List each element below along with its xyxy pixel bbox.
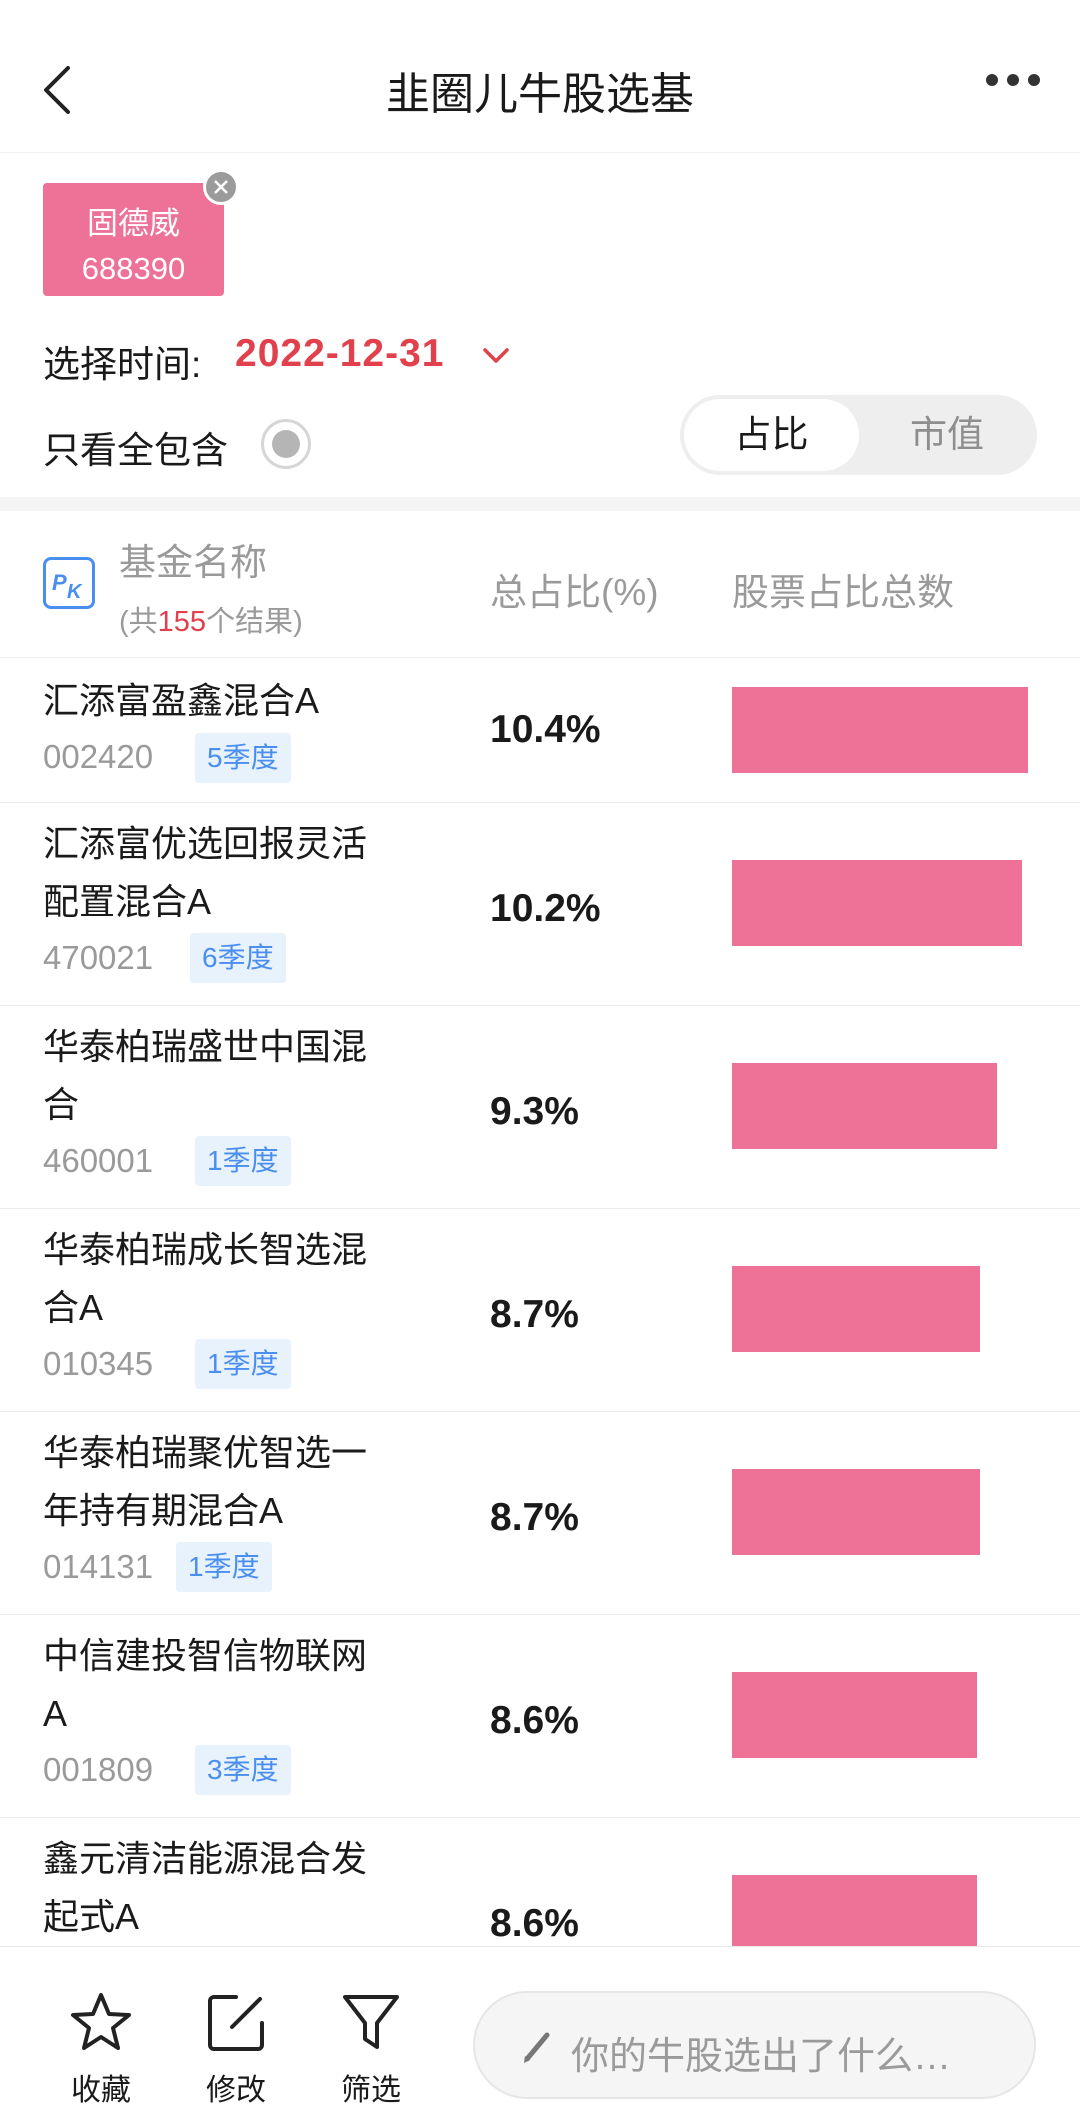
- quarter-badge: 3季度: [195, 1745, 291, 1795]
- svg-text:K: K: [67, 581, 83, 603]
- date-dropdown-button[interactable]: [480, 344, 512, 368]
- collect-label: 收藏: [71, 2074, 131, 2107]
- date-value[interactable]: 2022-12-31: [235, 332, 445, 376]
- header-total-ratio[interactable]: 总占比(%): [490, 562, 659, 616]
- fund-total-ratio: 10.4%: [490, 708, 601, 751]
- fund-name: 鑫元清洁能源混合发起式A: [43, 1838, 368, 1937]
- fund-name: 华泰柏瑞成长智选混合A: [43, 1229, 368, 1328]
- ratio-bar: [732, 1469, 980, 1555]
- star-icon: [71, 1993, 131, 2050]
- date-label: 选择时间:: [43, 344, 202, 385]
- stock-chip[interactable]: 固德威 688390: [43, 183, 224, 296]
- fund-total-ratio: 10.2%: [490, 887, 601, 930]
- fund-name: 华泰柏瑞聚优智选一年持有期混合A: [43, 1432, 368, 1531]
- fund-total-ratio: 8.7%: [490, 1496, 579, 1539]
- fund-code: 470021: [43, 939, 154, 976]
- fund-code: 014131: [43, 1548, 154, 1585]
- edit-label: 修改: [206, 2074, 266, 2107]
- page-title: 韭圈儿牛股选基: [386, 70, 694, 119]
- page: 韭圈儿牛股选基 固德威 688390 选择时间: 2022-12-31 只看全包…: [0, 0, 1080, 2127]
- more-dots-icon: [986, 74, 998, 86]
- ratio-bar: [732, 860, 1022, 946]
- pencil-icon: [524, 2032, 550, 2063]
- only-all-label: 只看全包含: [43, 430, 228, 471]
- stock-chip-name: 固德威: [87, 206, 180, 241]
- fund-code: 002420: [43, 738, 154, 775]
- svg-text:P: P: [52, 570, 67, 595]
- quarter-badge: 6季度: [190, 933, 286, 983]
- nav-bar: 韭圈儿牛股选基: [0, 0, 1080, 153]
- fund-name: 汇添富优选回报灵活配置混合A: [43, 823, 368, 922]
- quarter-badge: 1季度: [195, 1339, 291, 1389]
- fund-row[interactable]: 中信建投智信物联网A 001809 3季度 8.6%: [0, 1615, 1080, 1818]
- filter-icon: [343, 1995, 399, 2049]
- ratio-value-segment: 占比 市值: [680, 395, 1037, 475]
- fund-name: 汇添富盈鑫混合A: [43, 680, 320, 721]
- fund-name: 中信建投智信物联网A: [43, 1635, 368, 1734]
- pk-button[interactable]: P K: [43, 557, 95, 609]
- quarter-badge: 1季度: [176, 1542, 272, 1592]
- stock-chip-code: 688390: [81, 251, 186, 286]
- segment-market-value[interactable]: 市值: [861, 399, 1033, 471]
- pk-icon: P K: [52, 570, 83, 603]
- only-all-radio[interactable]: [261, 419, 311, 469]
- ratio-bar: [732, 687, 1028, 773]
- fund-name: 华泰柏瑞盛世中国混合: [43, 1026, 368, 1125]
- quarter-badge: 1季度: [195, 1136, 291, 1186]
- result-count-number: 155: [157, 606, 207, 638]
- fund-code: 010345: [43, 1345, 154, 1382]
- section-divider: [0, 497, 1080, 511]
- compose-input[interactable]: 你的牛股选出了什么…: [473, 1991, 1036, 2099]
- ratio-bar: [732, 1672, 977, 1758]
- ratio-bar: [732, 1063, 997, 1149]
- header-fund-name: 基金名称: [119, 542, 267, 583]
- fund-row[interactable]: 华泰柏瑞成长智选混合A 010345 1季度 8.7%: [0, 1209, 1080, 1412]
- fund-total-ratio: 9.3%: [490, 1090, 579, 1133]
- fund-code: 460001: [43, 1142, 154, 1179]
- stock-chip-close-button[interactable]: [203, 169, 239, 205]
- bottom-toolbar: 收藏 修改 筛选 你的牛股选出了什么…: [0, 1946, 1080, 2127]
- quarter-badge: 5季度: [195, 733, 291, 783]
- edit-icon: [208, 1995, 264, 2051]
- header-stock-ratio-total[interactable]: 股票占比总数: [732, 562, 954, 616]
- fund-row[interactable]: 华泰柏瑞聚优智选一年持有期混合A 014131 1季度 8.7%: [0, 1412, 1080, 1615]
- chevron-down-icon: [483, 348, 509, 363]
- filter-button[interactable]: 筛选: [326, 1989, 416, 2109]
- fund-row[interactable]: 汇添富优选回报灵活配置混合A 470021 6季度 10.2%: [0, 803, 1080, 1006]
- header-result-count: (共155个结果): [119, 606, 303, 638]
- ratio-bar: [732, 1266, 980, 1352]
- fund-row[interactable]: 汇添富盈鑫混合A 002420 5季度 10.4%: [0, 658, 1080, 803]
- fund-total-ratio: 8.7%: [490, 1293, 579, 1336]
- fund-row[interactable]: 华泰柏瑞盛世中国混合 460001 1季度 9.3%: [0, 1006, 1080, 1209]
- collect-button[interactable]: 收藏: [56, 1989, 146, 2109]
- edit-button[interactable]: 修改: [191, 1989, 281, 2109]
- compose-placeholder: 你的牛股选出了什么…: [571, 2036, 952, 2078]
- more-button[interactable]: [986, 74, 1040, 88]
- fund-code: 001809: [43, 1751, 154, 1788]
- filter-label: 筛选: [341, 2074, 401, 2107]
- fund-total-ratio: 8.6%: [490, 1699, 579, 1742]
- fund-total-ratio: 8.6%: [490, 1902, 579, 1945]
- segment-ratio[interactable]: 占比: [684, 399, 859, 471]
- close-icon: [214, 180, 228, 194]
